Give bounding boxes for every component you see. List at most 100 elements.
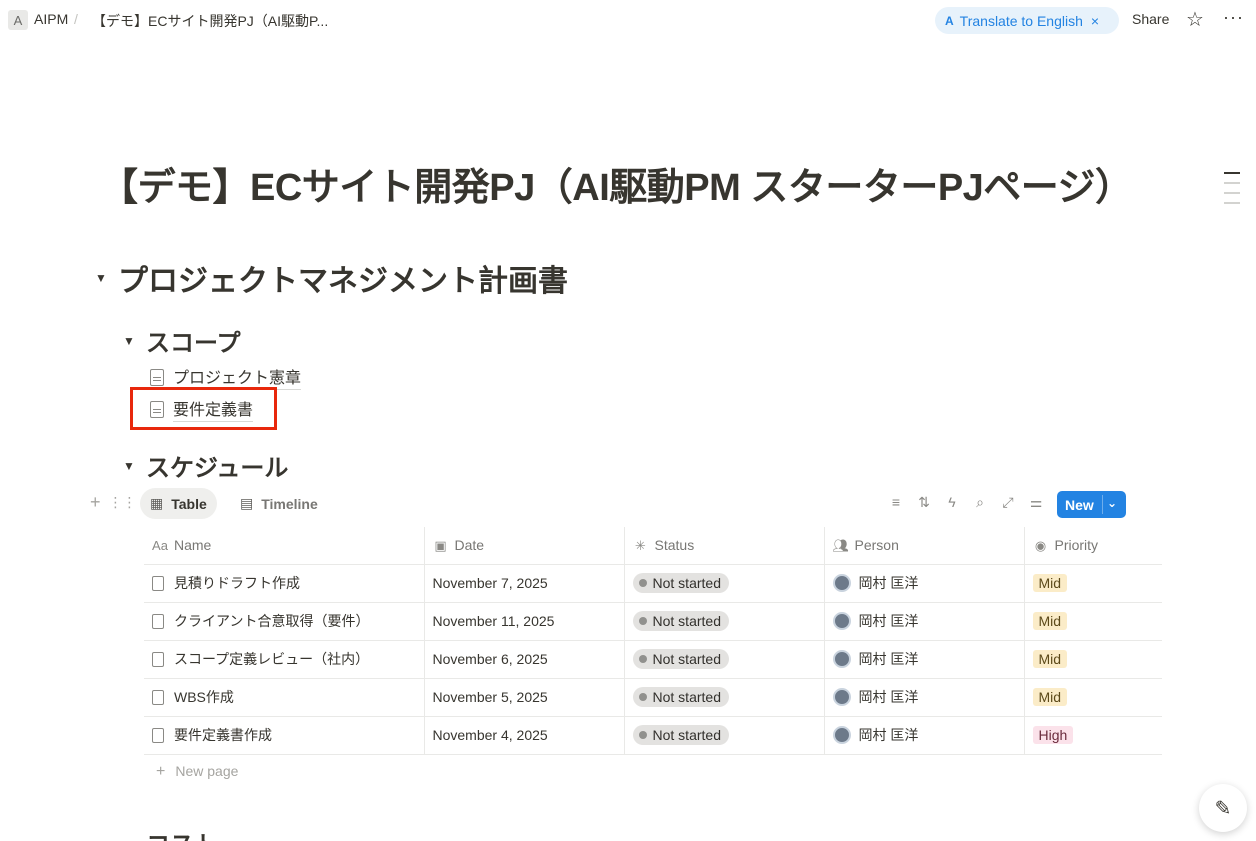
cell-status[interactable]: Not started [623,640,824,679]
page-document-icon [150,368,164,386]
page-document-icon [152,576,164,591]
toggle-arrow-icon[interactable]: ▼ [122,459,136,473]
search-icon[interactable]: ⌕ [972,494,988,511]
cell-name[interactable]: クライアント合意取得（要件） [144,602,424,641]
tab-label: Timeline [261,495,318,512]
highlight-box [130,387,277,430]
table-row[interactable]: 見積りドラフト作成 November 7, 2025 Not started 岡… [144,564,1162,603]
translate-button[interactable]: A Translate to English × [935,7,1119,34]
table-row[interactable]: スコープ定義レビュー（社内） November 6, 2025 Not star… [144,640,1162,679]
timeline-icon: ▤ [240,495,254,511]
breadcrumb-workspace[interactable]: AIPM [34,11,68,27]
heading-cost[interactable]: コスト [146,825,218,841]
close-icon[interactable]: × [1091,13,1099,29]
filter-icon[interactable]: ≡ [888,494,904,511]
status-badge: Not started [632,725,729,745]
sort-icon[interactable]: ⇅ [916,494,932,511]
ai-assistant-button[interactable]: ✎ [1199,784,1247,832]
block-handle: + ⋮⋮ [90,492,137,513]
cell-status[interactable]: Not started [623,602,824,641]
new-button[interactable]: New ⌄ [1057,491,1126,518]
person-name: 岡村 匡洋 [858,727,919,743]
settings-icon[interactable]: ⚌ [1028,494,1044,511]
status-badge: Not started [632,573,729,593]
page-document-icon [152,652,164,667]
status-icon: ✳ [635,537,646,553]
tab-table[interactable]: ▦ Table [140,488,217,519]
row-name: スコープ定義レビュー（社内） [174,651,370,667]
cell-priority[interactable]: Mid [1023,564,1162,603]
column-header-priority[interactable]: ◉ Priority [1023,527,1162,565]
cell-status[interactable]: Not started [623,716,824,755]
share-button[interactable]: Share [1132,11,1169,27]
favorite-star-icon[interactable]: ☆ [1186,7,1204,32]
cell-person[interactable]: 岡村 匡洋 [823,564,1024,603]
tab-timeline[interactable]: ▤ Timeline [230,488,328,519]
cell-name[interactable]: WBS作成 [144,678,424,717]
cell-name[interactable]: 要件定義書作成 [144,716,424,755]
cell-priority[interactable]: High [1023,716,1162,755]
priority-badge: High [1032,726,1074,744]
person-name: 岡村 匡洋 [858,575,919,591]
column-header-person[interactable]: 👥︎ Person [823,527,1024,565]
row-name: クライアント合意取得（要件） [174,613,370,629]
cell-person[interactable]: 岡村 匡洋 [823,602,1024,641]
status-label: Not started [652,575,721,591]
more-options-icon[interactable]: ··· [1223,7,1244,28]
row-date: November 11, 2025 [432,613,555,629]
cell-status[interactable]: Not started [623,564,824,603]
table-row[interactable]: クライアント合意取得（要件） November 11, 2025 Not sta… [144,602,1162,641]
chevron-down-icon[interactable]: ⌄ [1107,496,1117,510]
cell-priority[interactable]: Mid [1023,602,1162,641]
cell-priority[interactable]: Mid [1023,640,1162,679]
column-header-date[interactable]: ▣ Date [423,527,624,565]
expand-icon[interactable]: ⤢ [1000,494,1016,511]
table-row[interactable]: 要件定義書作成 November 4, 2025 Not started 岡村 … [144,716,1162,755]
schedule-table: Aa Name ▣ Date ✳ Status 👥︎ Person ◉ Priority … [144,527,1162,755]
cell-person[interactable]: 岡村 匡洋 [823,678,1024,717]
cell-date[interactable]: November 4, 2025 [423,716,624,755]
cell-date[interactable]: November 6, 2025 [423,640,624,679]
cell-priority[interactable]: Mid [1023,678,1162,717]
cell-date[interactable]: November 7, 2025 [423,564,624,603]
cell-person[interactable]: 岡村 匡洋 [823,640,1024,679]
add-block-icon[interactable]: + [90,492,101,513]
heading-scope: ▼ スコープ [122,323,241,358]
status-badge: Not started [632,687,729,707]
workspace-avatar[interactable]: A [8,10,28,30]
cell-person[interactable]: 岡村 匡洋 [823,716,1024,755]
toggle-arrow-icon[interactable]: ▼ [122,334,136,348]
table-row[interactable]: WBS作成 November 5, 2025 Not started 岡村 匡洋… [144,678,1162,717]
drag-handle-icon[interactable]: ⋮⋮ [109,494,137,511]
tab-label: Table [171,495,207,512]
page-title[interactable]: 【デモ】ECサイト開発PJ（AI駆動PM スターターPJページ） [100,156,1133,211]
table-of-contents-minimap[interactable] [1224,172,1240,212]
heading-text[interactable]: スコープ [146,323,241,358]
toc-line [1224,202,1240,204]
cell-date[interactable]: November 5, 2025 [423,678,624,717]
status-label: Not started [652,613,721,629]
row-name: 見積りドラフト作成 [174,575,300,591]
column-header-status[interactable]: ✳ Status [623,527,824,565]
cell-status[interactable]: Not started [623,678,824,717]
cell-date[interactable]: November 11, 2025 [423,602,624,641]
plus-icon: + [156,763,166,780]
column-label: Status [654,536,695,553]
column-header-name[interactable]: Aa Name [144,527,424,565]
toggle-arrow-icon[interactable]: ▼ [94,271,108,285]
cell-name[interactable]: 見積りドラフト作成 [144,564,424,603]
row-name: 要件定義書作成 [174,727,272,743]
cell-name[interactable]: スコープ定義レビュー（社内） [144,640,424,679]
status-badge: Not started [632,611,729,631]
column-label: Priority [1054,536,1099,553]
toc-line [1224,172,1240,174]
heading-text[interactable]: スケジュール [146,448,288,483]
breadcrumb-separator: / [74,11,78,27]
automation-icon[interactable]: ϟ [944,494,960,511]
heading-text[interactable]: プロジェクトマネジメント計画書 [118,256,568,300]
breadcrumb-page[interactable]: 【デモ】ECサイト開発PJ（AI駆動P... [92,11,328,31]
row-date: November 6, 2025 [432,651,548,667]
calendar-icon: ▣ [434,537,447,553]
person-name: 岡村 匡洋 [858,689,919,705]
new-page-button[interactable]: + New page [156,763,238,781]
